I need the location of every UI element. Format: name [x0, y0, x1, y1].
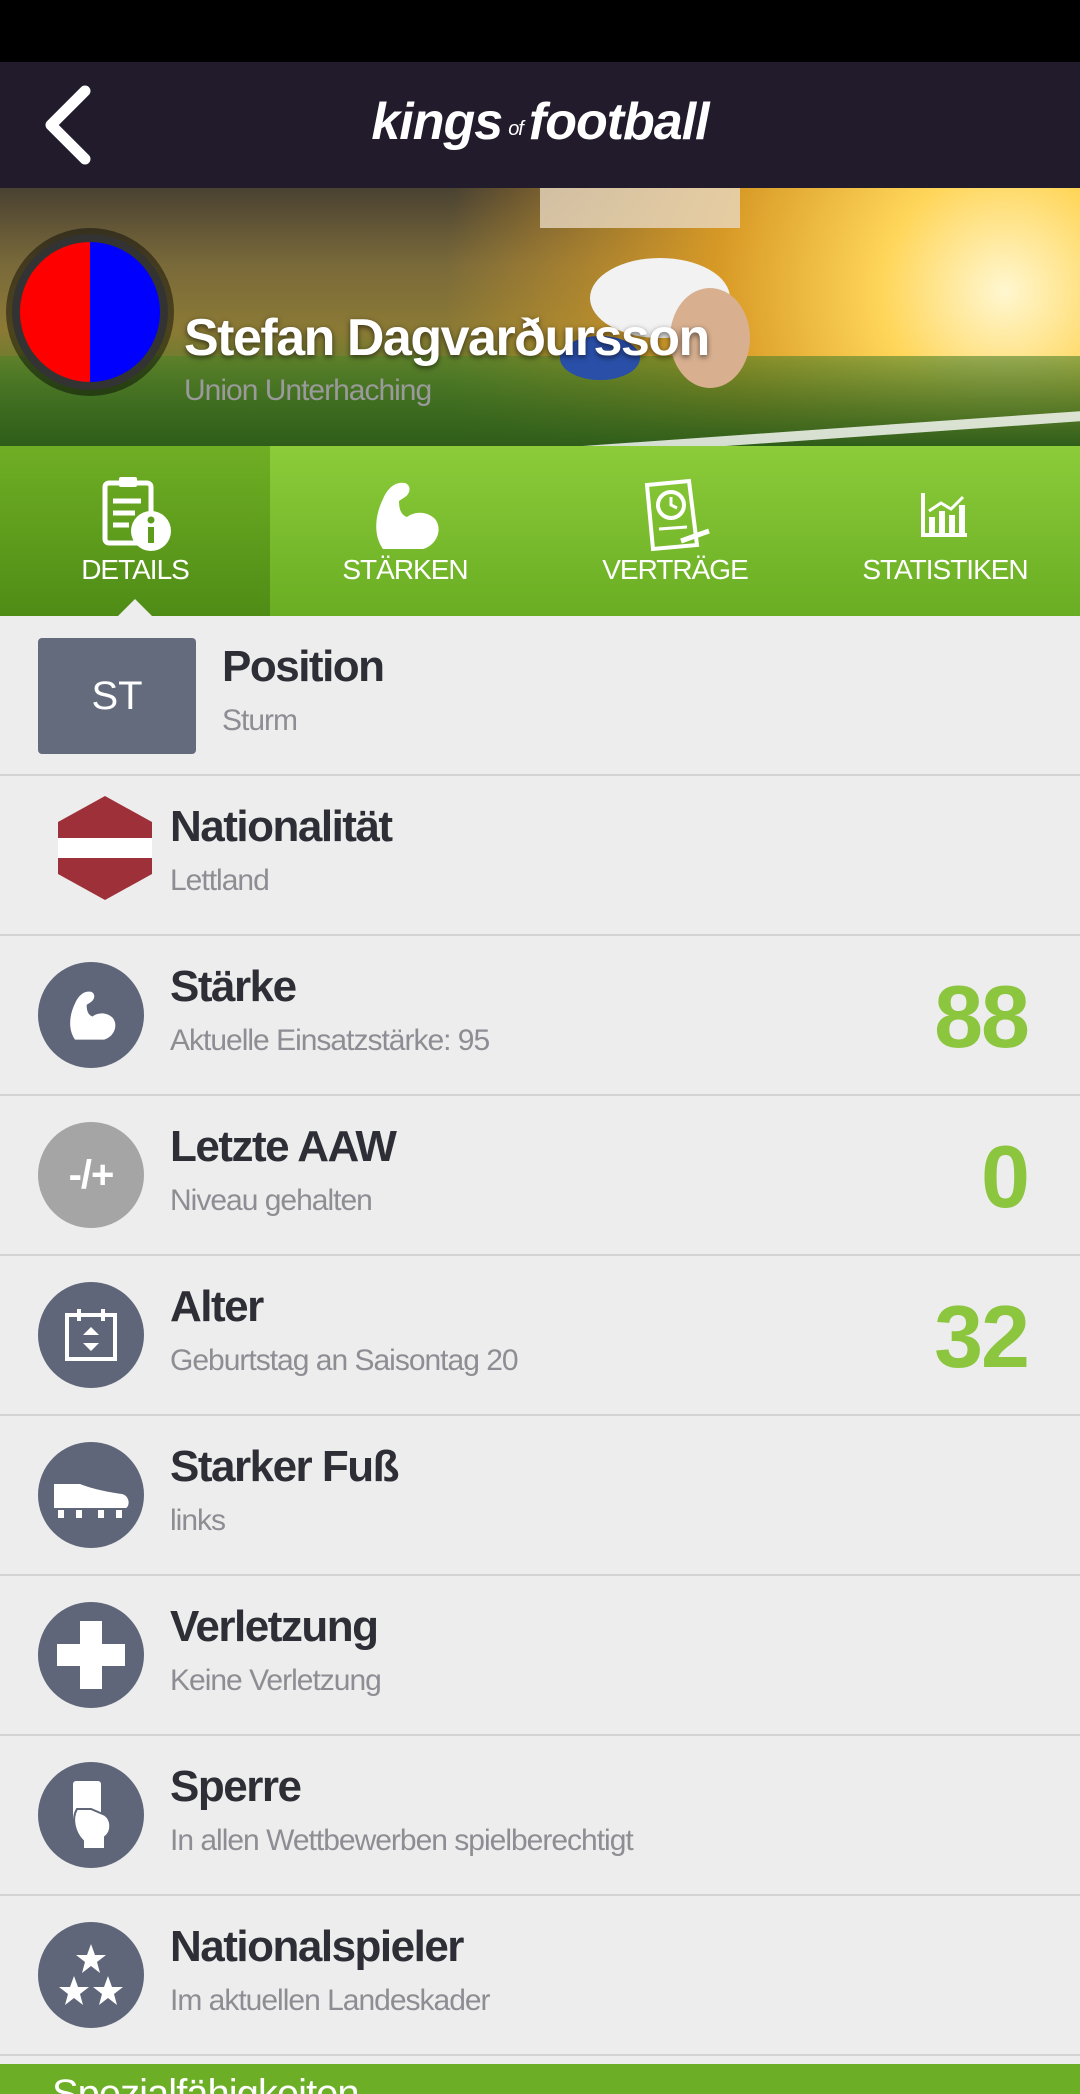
- calendar-icon: [65, 1309, 117, 1361]
- position-row: ST Position Sturm: [0, 616, 1080, 776]
- national-row: Nationalspieler Im aktuellen Landeskader: [0, 1896, 1080, 2056]
- tab-statistiken[interactable]: STATISTIKEN: [810, 446, 1080, 616]
- hero-player-illustration: [540, 188, 750, 388]
- injury-row: Verletzung Keine Verletzung: [0, 1576, 1080, 1736]
- national-sub: Im aktuellen Landeskader: [170, 1984, 491, 2017]
- details-info-icon: [102, 477, 171, 551]
- nationality-row: Nationalität Lettland: [0, 776, 1080, 936]
- injury-icon-circle: [38, 1602, 144, 1708]
- nationality-title: Nationalität: [170, 802, 393, 851]
- medical-cross-icon: [57, 1621, 125, 1689]
- aaw-row: -/+ Letzte AAW Niveau gehalten 0: [0, 1096, 1080, 1256]
- injury-sub: Keine Verletzung: [170, 1664, 382, 1697]
- position-badge: ST: [38, 638, 196, 754]
- player-name: Stefan Dagvarðursson: [184, 309, 710, 367]
- tab-statistiken-label: STATISTIKEN: [862, 554, 1028, 585]
- tab-details-label: DETAILS: [81, 554, 190, 585]
- flexed-arm-icon: [376, 482, 439, 549]
- club-color-left: [20, 242, 90, 382]
- ban-icon-circle: [38, 1762, 144, 1868]
- referee-card-icon: [73, 1781, 112, 1850]
- stars-icon: [59, 1944, 123, 2005]
- tab-vertraege[interactable]: VERTRÄGE: [540, 446, 810, 616]
- logo-football: football: [528, 93, 710, 151]
- strength-value: 88: [934, 967, 1030, 1066]
- age-icon-circle: [38, 1282, 144, 1388]
- club-name[interactable]: Union Unterhaching: [184, 374, 432, 408]
- foot-row: Starker Fuß links: [0, 1416, 1080, 1576]
- age-row: Alter Geburtstag an Saisontag 20 32: [0, 1256, 1080, 1416]
- foot-icon-circle: [38, 1442, 144, 1548]
- tab-staerken[interactable]: STÄRKEN: [270, 446, 540, 616]
- ban-title: Sperre: [170, 1762, 302, 1811]
- logo-kings: kings: [371, 93, 503, 151]
- position-title: Position: [222, 642, 385, 691]
- special-abilities-header[interactable]: Spezialfähigkeiten: [0, 2064, 1080, 2094]
- tab-staerken-label: STÄRKEN: [342, 554, 468, 585]
- contract-clock-icon: [644, 478, 710, 552]
- status-bar: [0, 0, 1080, 62]
- national-title: Nationalspieler: [170, 1922, 464, 1971]
- details-list: ST Position Sturm Nationalität Lettland …: [0, 616, 1080, 2056]
- top-app-bar: kings of football: [0, 62, 1080, 188]
- club-color-right: [90, 242, 160, 382]
- plus-minus-icon: -/+: [68, 1152, 115, 1197]
- age-sub: Geburtstag an Saisontag 20: [170, 1344, 519, 1377]
- aaw-sub: Niveau gehalten: [170, 1184, 373, 1217]
- aaw-title: Letzte AAW: [170, 1122, 397, 1171]
- ban-row: Sperre In allen Wettbewerben spielberech…: [0, 1736, 1080, 1896]
- flexed-arm-icon: [70, 991, 116, 1040]
- age-title: Alter: [170, 1282, 264, 1331]
- foot-title: Starker Fuß: [170, 1442, 400, 1491]
- foot-sub: links: [170, 1504, 226, 1537]
- ban-sub: In allen Wettbewerben spielberechtigt: [170, 1824, 634, 1857]
- strength-title: Stärke: [170, 962, 297, 1011]
- logo-of: of: [508, 118, 524, 140]
- injury-title: Verletzung: [170, 1602, 379, 1651]
- strength-icon-circle: [38, 962, 144, 1068]
- age-value: 32: [934, 1287, 1030, 1386]
- bar-chart-icon: [921, 493, 967, 537]
- special-abilities-label: Spezialfähigkeiten: [52, 2072, 360, 2094]
- aaw-value: 0: [981, 1127, 1030, 1226]
- football-boot-icon: [54, 1484, 129, 1518]
- tab-bar: DETAILS STÄRKEN VERTRÄGE STATISTIKEN: [0, 446, 1080, 617]
- nationality-flag-icon: [58, 796, 152, 900]
- app-logo: kings of football: [0, 92, 1080, 152]
- strength-row: Stärke Aktuelle Einsatzstärke: 95 88: [0, 936, 1080, 1096]
- active-tab-caret: [117, 599, 153, 617]
- aaw-icon-circle: -/+: [38, 1122, 144, 1228]
- tab-vertraege-label: VERTRÄGE: [602, 554, 749, 585]
- nationality-value: Lettland: [170, 864, 270, 897]
- club-badge: [12, 234, 168, 390]
- player-hero-banner: Stefan Dagvarðursson Union Unterhaching: [0, 188, 1080, 446]
- strength-sub: Aktuelle Einsatzstärke: 95: [170, 1024, 490, 1057]
- position-value: Sturm: [222, 704, 298, 737]
- national-icon-circle: [38, 1922, 144, 2028]
- tab-details[interactable]: DETAILS: [0, 446, 270, 617]
